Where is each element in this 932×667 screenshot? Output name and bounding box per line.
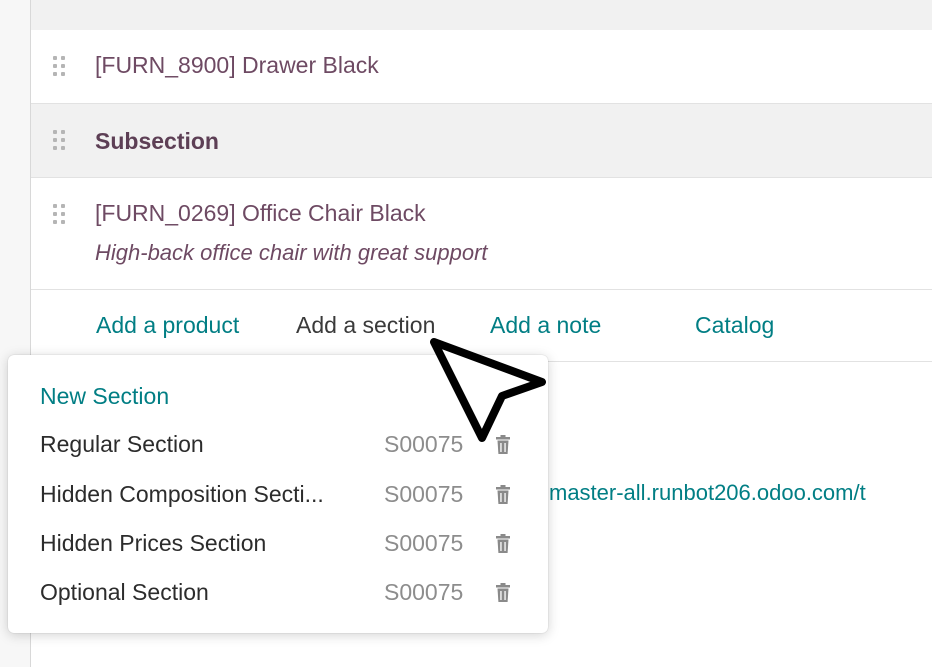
mouse-pointer-icon bbox=[430, 338, 546, 442]
section-option-name: Hidden Composition Secti... bbox=[40, 481, 324, 507]
add-note-link[interactable]: Add a note bbox=[490, 312, 601, 339]
line-product-description: High-back office chair with great suppor… bbox=[95, 240, 488, 265]
section-option-name: Optional Section bbox=[40, 579, 209, 605]
section-option-name: Regular Section bbox=[40, 431, 204, 457]
section-option-ref: S00075 bbox=[384, 481, 464, 507]
section-option[interactable]: Hidden Prices Section S00075 bbox=[8, 522, 548, 566]
trash-icon[interactable] bbox=[495, 485, 511, 505]
add-section-link[interactable]: Add a section bbox=[296, 312, 435, 339]
section-option[interactable]: Hidden Composition Secti... S00075 bbox=[8, 473, 548, 517]
portal-url-link[interactable]: master-all.runbot206.odoo.com/t bbox=[549, 480, 866, 506]
section-option[interactable]: Optional Section S00075 bbox=[8, 571, 548, 615]
trash-icon[interactable] bbox=[495, 583, 511, 603]
line-product-label: [FURN_0269] Office Chair Black bbox=[95, 200, 426, 226]
table-header-strip bbox=[31, 0, 932, 31]
order-line-product[interactable]: [FURN_8900] Drawer Black bbox=[31, 30, 932, 104]
order-line-product[interactable]: [FURN_0269] Office Chair Black High-back… bbox=[31, 178, 932, 290]
line-product-label: [FURN_8900] Drawer Black bbox=[95, 52, 379, 78]
page: [FURN_8900] Drawer Black Subsection [FUR… bbox=[0, 0, 932, 667]
drag-handle-icon[interactable] bbox=[53, 130, 69, 152]
add-product-link[interactable]: Add a product bbox=[96, 312, 239, 339]
section-option-ref: S00075 bbox=[384, 579, 464, 605]
catalog-link[interactable]: Catalog bbox=[695, 312, 774, 339]
drag-handle-icon[interactable] bbox=[53, 56, 69, 78]
order-line-subsection[interactable]: Subsection bbox=[31, 104, 932, 178]
drag-handle-icon[interactable] bbox=[53, 204, 69, 226]
new-section-option[interactable]: New Section bbox=[40, 383, 169, 410]
trash-icon[interactable] bbox=[495, 534, 511, 554]
line-section-label: Subsection bbox=[95, 128, 219, 154]
section-option-name: Hidden Prices Section bbox=[40, 530, 267, 556]
section-option-ref: S00075 bbox=[384, 530, 464, 556]
